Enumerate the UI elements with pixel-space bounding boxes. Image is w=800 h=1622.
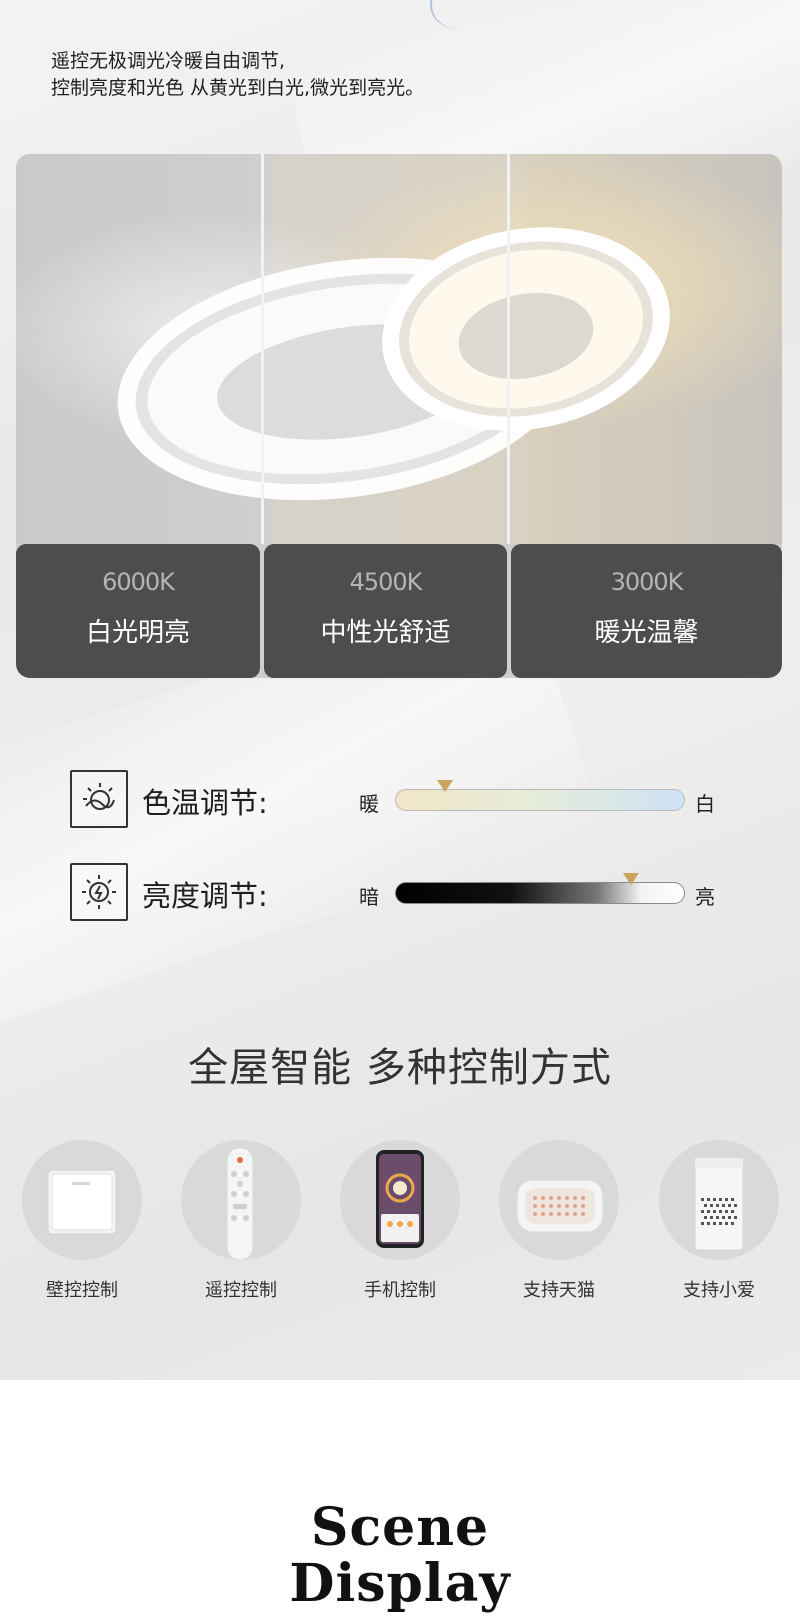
temp-card-3000k: 3000K 暖光温馨	[511, 544, 782, 678]
control-remote: 遥控控制	[181, 1140, 301, 1302]
control-phone: 手机控制	[340, 1140, 460, 1302]
ceiling-lamp-illustration	[16, 154, 782, 544]
white-label: 白	[695, 792, 715, 816]
control-label: 手机控制	[364, 1280, 436, 1301]
temp-name: 中性光舒适	[320, 618, 451, 648]
warm-label: 暖	[359, 792, 379, 816]
temp-kelvin: 3000K	[610, 568, 684, 596]
adjust-label: 亮度调节:	[142, 879, 268, 913]
bright-label: 亮	[695, 885, 715, 909]
control-wall-switch: 壁控控制	[22, 1140, 142, 1302]
xiaoai-speaker-icon	[659, 1140, 779, 1260]
brightness-adjust: 亮度调节: 暗 亮	[70, 863, 750, 923]
color-temperature-adjust: 色温调节: 暖 白	[70, 770, 750, 830]
scene-line-2: Display	[289, 1553, 511, 1614]
intro-text: 遥控无极调光冷暖自由调节, 控制亮度和光色 从黄光到白光,微光到亮光。	[51, 48, 424, 102]
color-temperature-comparison: 6000K 白光明亮 4500K 中性光舒适 3000K 暖光温馨	[16, 154, 782, 678]
smartphone-icon	[340, 1140, 460, 1260]
control-label: 支持天猫	[523, 1280, 595, 1301]
brightness-slider[interactable]	[395, 873, 685, 904]
control-label: 遥控控制	[205, 1280, 277, 1301]
dark-label: 暗	[359, 885, 379, 909]
intro-line-2: 控制亮度和光色 从黄光到白光,微光到亮光。	[51, 77, 425, 99]
brightness-icon	[70, 863, 128, 921]
slider-thumb[interactable]	[622, 873, 639, 885]
remote-control-icon	[181, 1140, 301, 1260]
temp-kelvin: 4500K	[349, 568, 423, 596]
adjust-label: 色温调节:	[142, 786, 268, 820]
control-label: 壁控控制	[46, 1280, 118, 1301]
temp-kelvin: 6000K	[102, 568, 175, 596]
temp-card-6000k: 6000K 白光明亮	[16, 544, 260, 678]
tmall-speaker-icon	[499, 1140, 619, 1260]
slider-thumb[interactable]	[437, 780, 454, 792]
panel-divider	[507, 154, 510, 544]
intro-line-1: 遥控无极调光冷暖自由调节,	[51, 50, 286, 72]
temp-card-4500k: 4500K 中性光舒适	[264, 544, 507, 678]
lamp-photo	[16, 154, 782, 544]
scene-line-1: Scene	[310, 1497, 490, 1558]
feature-section: 遥控无极调光冷暖自由调节, 控制亮度和光色 从黄光到白光,微光到亮光。 6000…	[0, 0, 800, 1380]
control-tmall: 支持天猫	[499, 1140, 619, 1302]
decorative-arc	[430, 0, 492, 30]
color-temperature-icon	[70, 770, 128, 828]
control-xiaoai: 支持小爱	[659, 1140, 779, 1302]
control-label: 支持小爱	[683, 1280, 755, 1301]
temp-name: 白光明亮	[85, 618, 190, 648]
wall-switch-icon	[22, 1140, 142, 1260]
scene-display-heading: Scene Display	[0, 1500, 800, 1612]
panel-divider	[261, 154, 264, 544]
temp-name: 暖光温馨	[594, 618, 699, 648]
color-temperature-slider[interactable]	[395, 780, 685, 811]
smart-home-title: 全屋智能 多种控制方式	[188, 1045, 612, 1091]
